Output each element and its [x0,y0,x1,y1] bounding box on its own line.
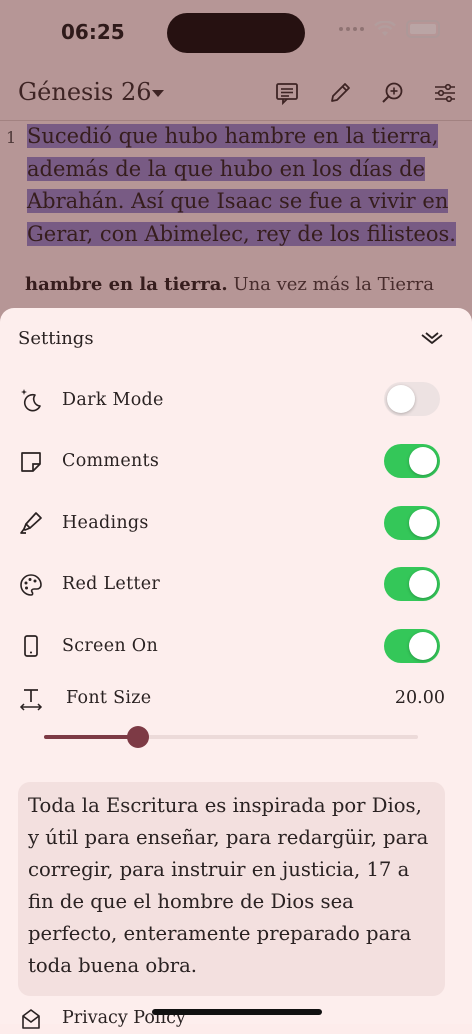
red-letter-label: Red Letter [62,574,161,594]
scripture-quote: Toda la Escritura es inspirada por Dios,… [28,794,429,977]
slider-thumb[interactable] [126,726,149,748]
dark-mode-toggle[interactable] [384,382,440,416]
note-icon [21,452,41,472]
headings-label: Headings [62,513,149,533]
screen-on-toggle[interactable] [384,629,440,663]
home-indicator [152,1009,322,1015]
palette-icon [20,574,42,596]
settings-sheet: Settings Dark Mode Comments Headings Red… [0,308,472,1029]
font-size-value: 20.00 [394,688,445,708]
comments-label: Comments [62,451,160,471]
slider-fill [44,735,138,739]
screen-on-label: Screen On [62,636,159,656]
comments-toggle[interactable] [384,444,440,478]
scripture-quote-box: Toda la Escritura es inspirada por Dios,… [18,782,445,996]
moon-stars-icon [21,389,41,412]
font-size-slider[interactable] [44,726,418,748]
dark-mode-label: Dark Mode [62,390,164,410]
settings-title: Settings [18,328,94,349]
chevron-down-icon[interactable] [419,326,445,352]
font-size-label: Font Size [66,688,152,708]
privacy-icon [22,1009,40,1029]
phone-icon [24,635,38,657]
text-size-icon [19,689,43,711]
red-letter-toggle[interactable] [384,567,440,601]
headings-toggle[interactable] [384,506,440,540]
highlighter-icon [20,512,42,534]
